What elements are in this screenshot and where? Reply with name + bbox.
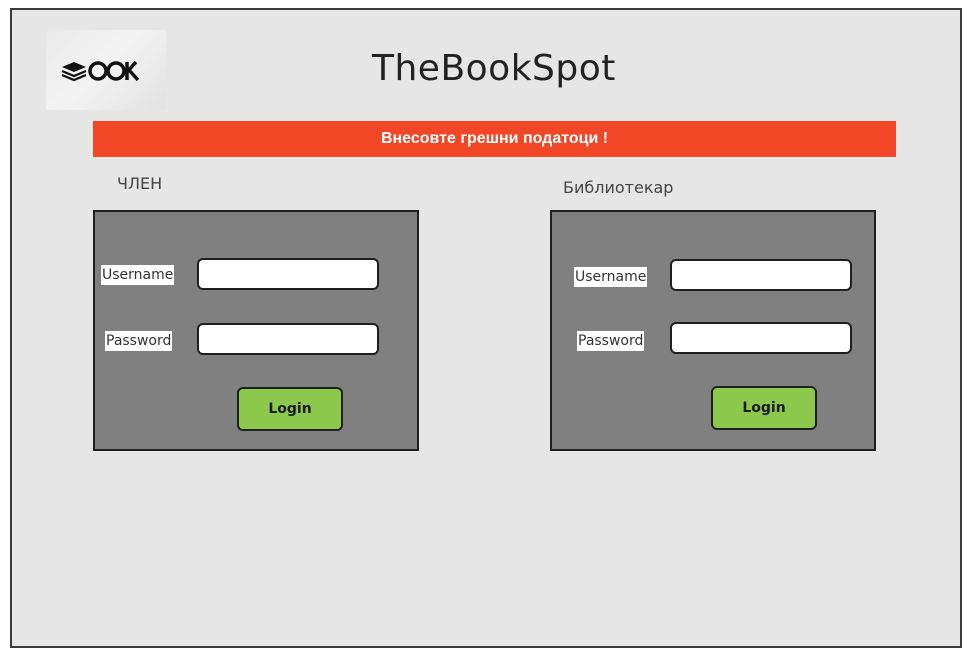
logo [46, 30, 166, 110]
librarian-username-label: Username [574, 267, 648, 287]
book-stack-logo-icon [61, 60, 140, 82]
error-banner: Внесовте грешни податоци ! [93, 121, 896, 157]
librarian-login-panel: Username Password Login [550, 210, 876, 451]
librarian-username-input[interactable] [670, 259, 852, 291]
member-login-button[interactable]: Login [237, 387, 343, 431]
member-login-panel: Username Password Login [93, 210, 419, 451]
member-heading: ЧЛЕН [117, 174, 163, 193]
member-password-input[interactable] [197, 323, 379, 355]
error-message: Внесовте грешни податоци ! [380, 130, 609, 147]
librarian-login-button[interactable]: Login [711, 386, 817, 430]
librarian-heading: Библиотекар [563, 178, 674, 197]
member-username-input[interactable] [197, 258, 379, 290]
librarian-password-input[interactable] [670, 322, 852, 354]
member-username-label: Username [101, 265, 175, 285]
member-password-label: Password [105, 331, 173, 351]
librarian-password-label: Password [577, 331, 645, 351]
app-title: TheBookSpot [372, 48, 616, 89]
